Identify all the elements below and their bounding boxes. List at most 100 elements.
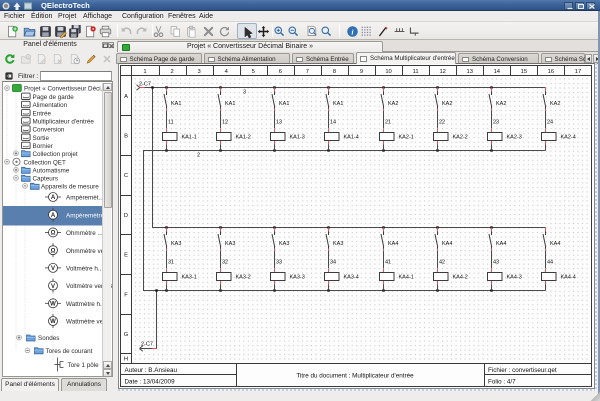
svg-text:KA4-3: KA4-3 xyxy=(507,275,522,281)
svg-text:2: 2 xyxy=(170,69,173,75)
svg-text:Tore 1 pôle: Tore 1 pôle xyxy=(68,362,100,369)
svg-text:KA3-1: KA3-1 xyxy=(182,275,197,281)
svg-text:12: 12 xyxy=(222,120,228,126)
svg-text:KA1: KA1 xyxy=(333,101,343,107)
svg-text:Titre du document : Multiplica: Titre du document : Multiplicateur d'ent… xyxy=(296,372,414,379)
svg-text:Automatisme: Automatisme xyxy=(33,168,70,175)
svg-text:34: 34 xyxy=(330,260,336,266)
svg-text:W: W xyxy=(50,302,56,308)
svg-text:KA2-1: KA2-1 xyxy=(399,135,414,141)
svg-text:C: C xyxy=(124,173,128,179)
svg-text:KA4-4: KA4-4 xyxy=(561,275,576,281)
svg-text:KA1: KA1 xyxy=(225,101,235,107)
svg-text:Voltmètre h...: Voltmètre h... xyxy=(66,266,103,273)
svg-text:KA3: KA3 xyxy=(333,241,343,247)
svg-text:KA4: KA4 xyxy=(550,241,560,247)
svg-text:5: 5 xyxy=(252,69,255,75)
svg-text:Bornier: Bornier xyxy=(33,143,53,150)
svg-text:43: 43 xyxy=(493,260,499,266)
svg-text:31: 31 xyxy=(168,260,174,266)
svg-text:KA4: KA4 xyxy=(442,241,452,247)
svg-text:KA3-3: KA3-3 xyxy=(290,275,305,281)
svg-text:Date : 13/04/2009: Date : 13/04/2009 xyxy=(125,378,176,385)
svg-text:17: 17 xyxy=(575,69,581,75)
svg-text:Wattmètre h...: Wattmètre h... xyxy=(66,301,106,308)
svg-text:Folio : 4/7: Folio : 4/7 xyxy=(488,378,516,385)
svg-text:KA2-3: KA2-3 xyxy=(507,135,522,141)
svg-text:11: 11 xyxy=(413,69,419,75)
svg-text:Page de garde: Page de garde xyxy=(33,94,75,101)
svg-text:KA3-2: KA3-2 xyxy=(236,275,251,281)
svg-text:KA2: KA2 xyxy=(550,101,560,107)
svg-text:KA1-4: KA1-4 xyxy=(344,135,359,141)
svg-text:10: 10 xyxy=(385,69,391,75)
svg-text:42: 42 xyxy=(439,260,445,266)
svg-text:KA4-1: KA4-1 xyxy=(399,275,414,281)
svg-text:14: 14 xyxy=(330,120,336,126)
svg-text:9: 9 xyxy=(360,69,363,75)
svg-text:2-C7: 2-C7 xyxy=(139,81,151,87)
svg-text:KA1: KA1 xyxy=(171,101,181,107)
svg-text:24: 24 xyxy=(547,120,553,126)
svg-text:A: A xyxy=(51,195,56,201)
svg-text:KA3: KA3 xyxy=(171,241,181,247)
svg-text:21: 21 xyxy=(385,120,391,126)
svg-text:6: 6 xyxy=(279,69,282,75)
svg-text:15: 15 xyxy=(521,69,527,75)
svg-text:7: 7 xyxy=(306,69,309,75)
svg-text:3: 3 xyxy=(198,69,201,75)
svg-text:KA4-2: KA4-2 xyxy=(453,275,468,281)
svg-text:Fichier : convertiseur.qet: Fichier : convertiseur.qet xyxy=(488,367,557,374)
svg-text:A: A xyxy=(51,213,56,219)
svg-text:41: 41 xyxy=(385,260,391,266)
svg-text:Tores de courant: Tores de courant xyxy=(46,348,93,355)
svg-text:32: 32 xyxy=(222,260,228,266)
svg-text:KA3: KA3 xyxy=(225,241,235,247)
svg-text:44: 44 xyxy=(547,260,553,266)
svg-text:KA2-4: KA2-4 xyxy=(561,135,576,141)
svg-text:KA1-3: KA1-3 xyxy=(290,135,305,141)
svg-text:3: 3 xyxy=(243,90,246,96)
svg-text:KA2: KA2 xyxy=(442,101,452,107)
svg-text:V: V xyxy=(51,284,55,290)
svg-text:33: 33 xyxy=(276,260,282,266)
svg-text:11: 11 xyxy=(168,120,174,126)
svg-text:14: 14 xyxy=(494,69,501,75)
svg-text:KA2-2: KA2-2 xyxy=(453,135,468,141)
svg-text:Multiplicateur d'entrée: Multiplicateur d'entrée xyxy=(33,118,95,125)
svg-text:KA1-2: KA1-2 xyxy=(236,135,251,141)
svg-text:22: 22 xyxy=(439,120,445,126)
svg-text:KA4: KA4 xyxy=(496,241,506,247)
svg-text:W: W xyxy=(50,319,56,325)
svg-text:Collection QET: Collection QET xyxy=(24,159,66,166)
svg-text:KA3-4: KA3-4 xyxy=(344,275,359,281)
svg-text:Alimentation: Alimentation xyxy=(33,102,68,109)
svg-text:Ohmmètre ...: Ohmmètre ... xyxy=(66,230,103,237)
svg-text:E: E xyxy=(124,253,128,259)
svg-text:Collection projet: Collection projet xyxy=(33,151,78,158)
svg-text:12: 12 xyxy=(439,69,445,75)
svg-text:KA1: KA1 xyxy=(279,101,289,107)
svg-text:Ampèremèt...: Ampèremèt... xyxy=(66,195,104,202)
svg-text:8: 8 xyxy=(333,69,336,75)
svg-text:KA4: KA4 xyxy=(388,241,398,247)
svg-text:F: F xyxy=(124,292,128,298)
svg-text:23: 23 xyxy=(493,120,499,126)
svg-text:Entrée: Entrée xyxy=(33,110,52,117)
svg-text:H: H xyxy=(124,356,128,362)
svg-text:D: D xyxy=(124,213,128,219)
svg-text:13: 13 xyxy=(276,120,282,126)
svg-text:2-C7: 2-C7 xyxy=(141,342,153,348)
svg-text:A: A xyxy=(124,94,128,100)
svg-text:Projet « Convertisseur Déci...: Projet « Convertisseur Déci... xyxy=(24,86,106,93)
svg-text:G: G xyxy=(124,332,129,338)
svg-text:Conversion: Conversion xyxy=(33,127,65,134)
svg-text:B: B xyxy=(124,134,128,140)
svg-text:Ω: Ω xyxy=(51,231,56,237)
svg-text:Ω: Ω xyxy=(51,248,56,254)
svg-text:Sortie: Sortie xyxy=(33,135,50,142)
svg-text:Capteurs: Capteurs xyxy=(33,176,59,183)
svg-text:KA2: KA2 xyxy=(388,101,398,107)
svg-text:13: 13 xyxy=(467,69,473,75)
svg-text:KA3: KA3 xyxy=(279,241,289,247)
